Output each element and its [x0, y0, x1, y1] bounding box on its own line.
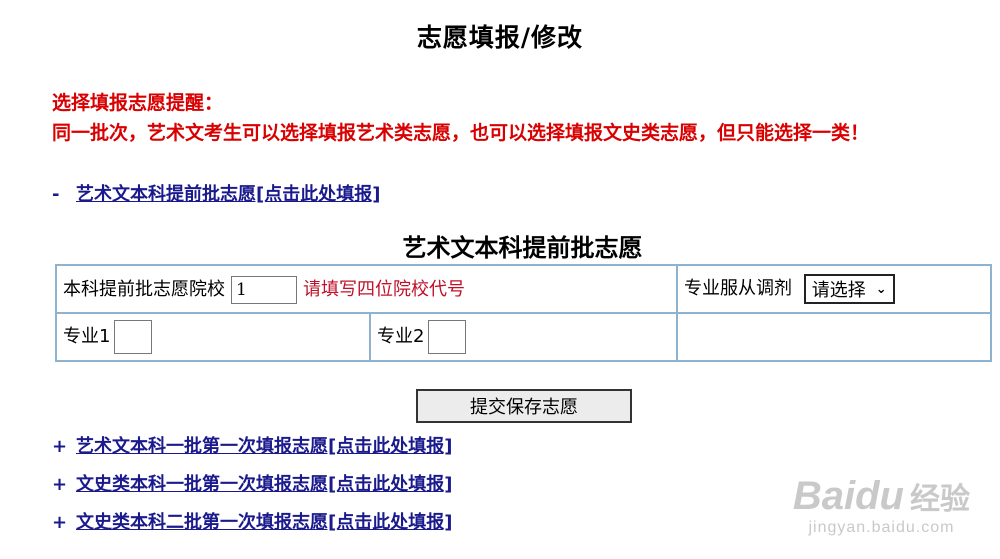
submit-button[interactable]: 提交保存志愿 [416, 389, 632, 423]
page-title: 志愿填报/修改 [416, 23, 584, 52]
adjust-cell: 专业服从调剂 请选择 ⌄ [676, 264, 992, 314]
major1-input[interactable] [114, 320, 153, 354]
section-art-early: - 艺术文本科提前批志愿[点击此处填报] [52, 180, 380, 206]
section-art-first: + 艺术文本科一批第一次填报志愿[点击此处填报] [52, 432, 452, 458]
adjust-select-value: 请选择 [811, 280, 866, 301]
collapse-toggle[interactable]: - [52, 184, 76, 205]
chevron-down-icon: ⌄ [875, 281, 887, 297]
link-liberal-first[interactable]: 文史类本科一批第一次填报志愿[点击此处填报] [76, 474, 452, 495]
link-art-early[interactable]: 艺术文本科提前批志愿[点击此处填报] [76, 184, 380, 205]
expand-toggle[interactable]: + [52, 474, 76, 495]
major2-cell: 专业2 [369, 312, 678, 362]
reminder-heading: 选择填报志愿提醒： [52, 92, 224, 114]
watermark-brand-zh: 经验 [910, 483, 970, 516]
section-liberal-first: + 文史类本科一批第一次填报志愿[点击此处填报] [52, 470, 452, 496]
reminder-text: 同一批次，艺术文考生可以选择填报艺术类志愿，也可以选择填报文史类志愿，但只能选择… [52, 122, 870, 144]
major2-label: 专业2 [377, 326, 425, 347]
school-code-hint: 请填写四位院校代号 [303, 278, 465, 300]
school-label: 本科提前批志愿院校 [63, 278, 225, 300]
reminder-box: 选择填报志愿提醒： 同一批次，艺术文考生可以选择填报艺术类志愿，也可以选择填报文… [52, 88, 869, 148]
form-title: 艺术文本科提前批志愿 [402, 233, 643, 262]
volunteer-form-table: 本科提前批志愿院校 请填写四位院校代号 专业服从调剂 请选择 ⌄ 专业1 专业2 [55, 264, 992, 362]
expand-toggle[interactable]: + [52, 512, 76, 533]
school-cell: 本科提前批志愿院校 请填写四位院校代号 [55, 264, 678, 314]
expand-toggle[interactable]: + [52, 436, 76, 457]
empty-cell [676, 312, 992, 362]
adjust-label: 专业服从调剂 [684, 278, 792, 299]
watermark-brand: Baidu 经验 [793, 474, 970, 519]
watermark-brand-text: Baidu [792, 474, 904, 518]
section-liberal-second: + 文史类本科二批第一次填报志愿[点击此处填报] [52, 508, 452, 534]
link-liberal-second[interactable]: 文史类本科二批第一次填报志愿[点击此处填报] [76, 512, 452, 533]
baidu-watermark: Baidu 经验 jingyan.baidu.com [793, 474, 970, 537]
watermark-url: jingyan.baidu.com [808, 519, 955, 536]
link-art-first[interactable]: 艺术文本科一批第一次填报志愿[点击此处填报] [76, 436, 452, 457]
major1-label: 专业1 [63, 326, 111, 347]
school-code-input[interactable] [231, 275, 297, 304]
major1-cell: 专业1 [55, 312, 371, 362]
adjust-select[interactable]: 请选择 ⌄ [803, 274, 895, 304]
major2-input[interactable] [428, 320, 467, 354]
